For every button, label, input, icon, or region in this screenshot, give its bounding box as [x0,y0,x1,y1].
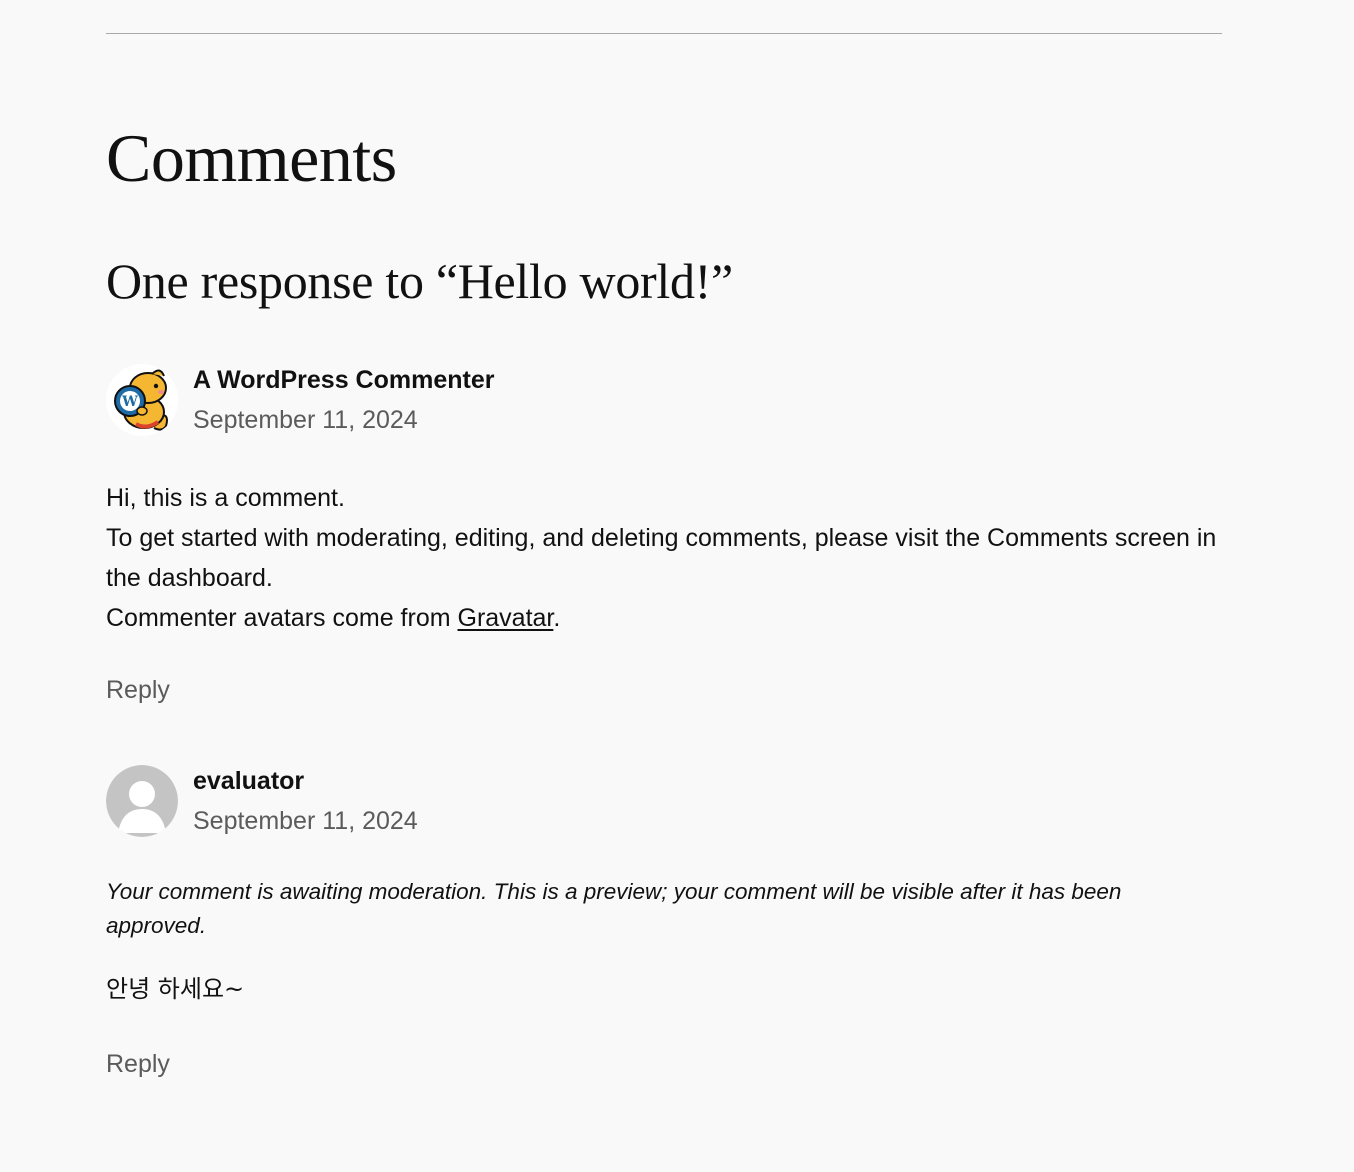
svg-text:W: W [121,394,138,410]
comment-text-line: . [553,604,561,632]
comment-text: To get started with moderating, editing,… [106,518,1222,598]
comment-date-link[interactable]: September 11, 2024 [193,805,418,837]
comment-author[interactable]: A WordPress Commenter [193,364,494,396]
comment-body: Hi, this is a comment. To get started wi… [106,478,1222,638]
comments-title: Comments [106,120,397,196]
comments-count-heading: One response to “Hello world!” [106,253,733,309]
comment-text-line: Commenter avatars come from [106,604,458,632]
comment-text: Commenter avatars come from Gravatar. [106,598,1222,638]
comment-text-line: To get started with moderating, editing,… [106,524,1217,592]
moderation-notice: Your comment is awaiting moderation. Thi… [106,879,1122,938]
separator [106,33,1222,34]
comment-author: evaluator [193,767,305,795]
comment-date-link[interactable]: September 11, 2024 [193,404,418,436]
gravatar-link[interactable]: Gravatar [458,604,554,632]
wapuu-avatar-icon: W [106,364,178,436]
comment-text: Hi, this is a comment. [106,484,345,512]
default-user-avatar-icon [106,765,178,837]
reply-link[interactable]: Reply [106,1048,170,1080]
reply-link[interactable]: Reply [106,674,170,706]
comment-text: 안녕 하세요~ [106,975,245,1003]
